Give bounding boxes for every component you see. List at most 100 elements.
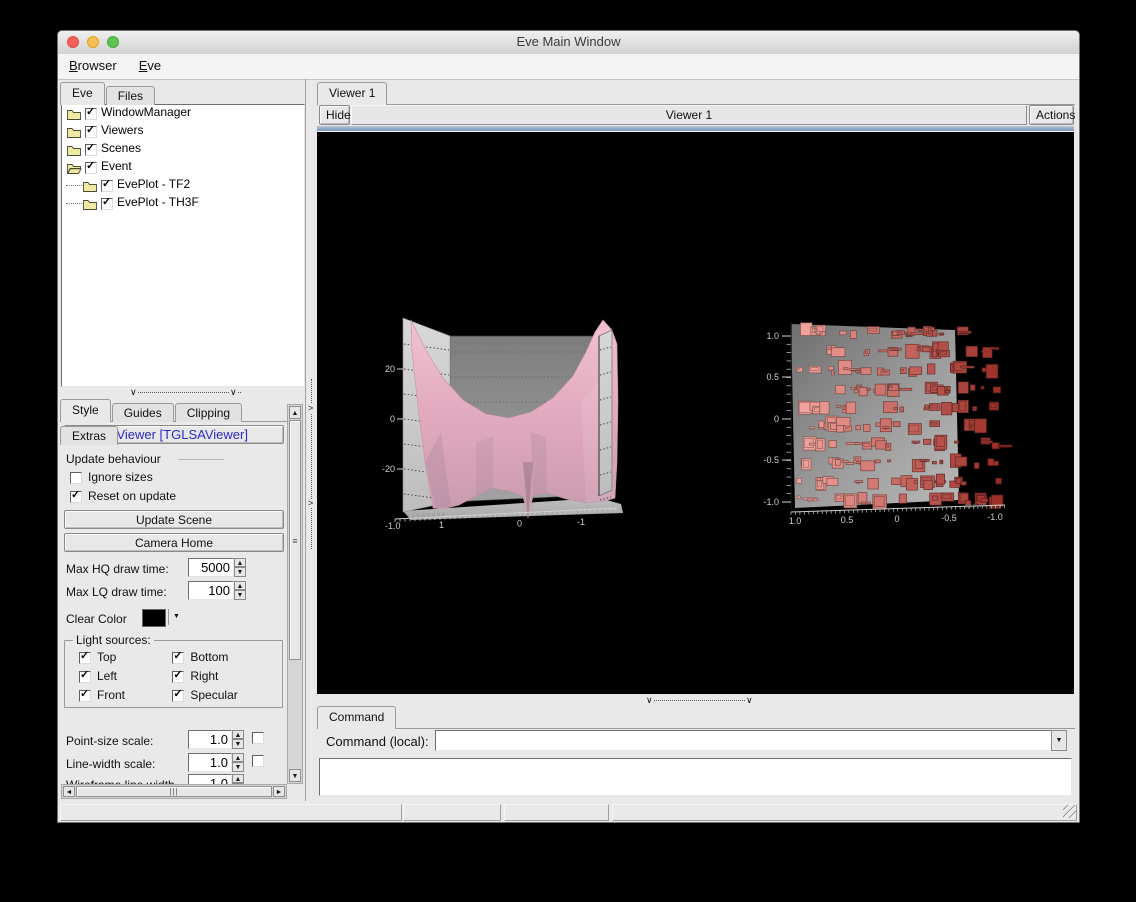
- tab-eve[interactable]: Eve: [60, 82, 105, 105]
- command-input[interactable]: [435, 730, 1052, 751]
- tree-item-windowmanager[interactable]: ✓WindowManager: [62, 105, 304, 123]
- tab-extras[interactable]: Extras: [60, 426, 118, 445]
- svg-text:-1: -1: [577, 517, 585, 527]
- splitter-chevron-icon: ∨: [129, 388, 138, 397]
- tab-viewer-1[interactable]: Viewer 1: [317, 82, 387, 105]
- check-icon: ✓: [86, 124, 95, 136]
- tree-checkbox[interactable]: ✓: [85, 144, 97, 156]
- max-lq-spin-down[interactable]: ▼: [234, 590, 246, 600]
- tree-splitter[interactable]: ∨ ∨: [61, 387, 305, 398]
- reset-on-update-checkbox[interactable]: ✓: [70, 491, 82, 503]
- check-icon: ✓: [80, 669, 89, 681]
- up-arrow-icon: ▲: [235, 755, 242, 762]
- update-behaviour-label: Update behaviour: [66, 452, 161, 466]
- point-size-input[interactable]: [188, 730, 232, 749]
- check-icon: ✓: [80, 650, 89, 662]
- viewer-splitter[interactable]: ∨ ∨: [317, 695, 1074, 706]
- wireframe-spin-up[interactable]: ▲: [232, 774, 244, 783]
- hide-button[interactable]: Hide: [319, 105, 350, 125]
- max-hq-input[interactable]: [188, 558, 234, 577]
- style-hscrollbar[interactable]: ◄ ||| ►: [61, 784, 287, 799]
- tree-item-scenes[interactable]: ✓Scenes: [62, 141, 304, 159]
- line-width-spin-up[interactable]: ▲: [232, 753, 244, 762]
- svg-text:0: 0: [774, 414, 779, 424]
- scroll-thumb[interactable]: ≡: [289, 420, 301, 660]
- clear-color-swatch[interactable]: [142, 609, 166, 627]
- dropdown-arrow-icon: ▼: [1056, 737, 1063, 744]
- scroll-up-button[interactable]: ▲: [289, 406, 301, 419]
- light-bottom-checkbox[interactable]: ✓: [172, 652, 184, 664]
- point-size-auto-checkbox[interactable]: [252, 732, 264, 744]
- line-width-auto-checkbox[interactable]: [252, 755, 264, 767]
- point-size-spin-down[interactable]: ▼: [232, 739, 244, 749]
- tab-style[interactable]: Style: [60, 399, 111, 422]
- viewer-title-bar[interactable]: Viewer 1: [351, 105, 1027, 125]
- light-specular-checkbox[interactable]: ✓: [172, 690, 184, 702]
- scroll-down-button[interactable]: ▼: [289, 769, 301, 782]
- check-icon: ✓: [71, 489, 80, 501]
- status-cell-0: [60, 804, 402, 821]
- title-bar[interactable]: Eve Main Window: [58, 31, 1079, 55]
- command-tab-row: Command: [317, 706, 1075, 729]
- light-front-checkbox[interactable]: ✓: [79, 690, 91, 702]
- status-cell-2: [504, 804, 609, 821]
- tree-checkbox[interactable]: ✓: [101, 180, 113, 192]
- max-hq-spin-up[interactable]: ▲: [234, 558, 246, 567]
- tab-guides[interactable]: Guides: [112, 403, 174, 422]
- menu-eve[interactable]: Eve: [128, 54, 172, 79]
- light-left-checkbox[interactable]: ✓: [79, 671, 91, 683]
- tab-clipping[interactable]: Clipping: [175, 403, 242, 422]
- menu-browser[interactable]: Browser: [58, 54, 128, 79]
- gl-viewer-canvas[interactable]: 200-20-1.010-11.0 0.8 0.6 0.4 1.00.50-0.…: [317, 132, 1074, 694]
- check-icon: ✓: [86, 160, 95, 172]
- scroll-left-button[interactable]: ◄: [63, 786, 75, 797]
- check-icon: ✓: [173, 669, 182, 681]
- tree-item-event[interactable]: ✓Event: [62, 159, 304, 177]
- tree-checkbox[interactable]: ✓: [85, 108, 97, 120]
- up-arrow-icon: ▲: [235, 776, 242, 783]
- scroll-right-button[interactable]: ►: [273, 786, 285, 797]
- svg-text:0: 0: [894, 514, 899, 524]
- tree-item-label: Viewers: [101, 123, 143, 137]
- dropdown-arrow-icon: ▼: [173, 613, 180, 620]
- check-icon: ✓: [86, 142, 95, 154]
- tree-item-viewers[interactable]: ✓ Viewers: [62, 123, 304, 141]
- hscroll-thumb[interactable]: |||: [76, 786, 272, 797]
- line-width-input[interactable]: [188, 753, 232, 772]
- panel-splitter[interactable]: > >: [306, 79, 317, 801]
- style-scrollbar[interactable]: ▲ ≡ ▼: [287, 404, 303, 784]
- up-arrow-icon: ▲: [237, 560, 244, 567]
- max-hq-spin-down[interactable]: ▼: [234, 567, 246, 577]
- light-right-checkbox[interactable]: ✓: [172, 671, 184, 683]
- tab-command[interactable]: Command: [317, 706, 396, 729]
- max-lq-input[interactable]: [188, 581, 234, 600]
- splitter-chevron-icon: ∨: [229, 388, 238, 397]
- line-width-spin-down[interactable]: ▼: [232, 762, 244, 772]
- resize-grip[interactable]: [1063, 805, 1076, 818]
- max-lq-spin-up[interactable]: ▲: [234, 581, 246, 590]
- camera-home-button[interactable]: Camera Home: [64, 533, 284, 552]
- check-icon: ✓: [173, 650, 182, 662]
- tab-files[interactable]: Files: [106, 86, 155, 105]
- clear-color-dropdown[interactable]: ▼: [168, 609, 184, 625]
- wireframe-input[interactable]: [188, 774, 232, 784]
- tree-checkbox[interactable]: ✓: [85, 126, 97, 138]
- tree-item-eveplot-tf2[interactable]: ✓EvePlot - TF2: [62, 177, 304, 195]
- tree-item-eveplot-th3f[interactable]: ✓EvePlot - TH3F: [62, 195, 304, 213]
- update-scene-button[interactable]: Update Scene: [64, 510, 284, 529]
- ignore-sizes-checkbox[interactable]: [70, 472, 82, 484]
- ignore-sizes-label: Ignore sizes: [88, 470, 153, 484]
- light-top-checkbox[interactable]: ✓: [79, 652, 91, 664]
- tree-checkbox[interactable]: ✓: [101, 198, 113, 210]
- light-left-label: Left: [97, 669, 117, 683]
- command-output[interactable]: [319, 758, 1072, 796]
- style-panel: GLViewer [TGLSAViewer] Update behaviour …: [60, 422, 287, 784]
- up-arrow-icon: ▲: [292, 410, 299, 417]
- th3f-box-plot: 1.00.50-0.5-1.01.00.50-0.5-1.00.5 0 -0.5: [741, 312, 1021, 532]
- down-arrow-icon: ▼: [237, 592, 244, 599]
- point-size-spin-up[interactable]: ▲: [232, 730, 244, 739]
- thumb-grip-icon: |||: [169, 787, 178, 796]
- tree-checkbox[interactable]: ✓: [85, 162, 97, 174]
- actions-button[interactable]: Actions: [1029, 105, 1074, 125]
- command-combo-dropdown[interactable]: ▼: [1051, 730, 1067, 751]
